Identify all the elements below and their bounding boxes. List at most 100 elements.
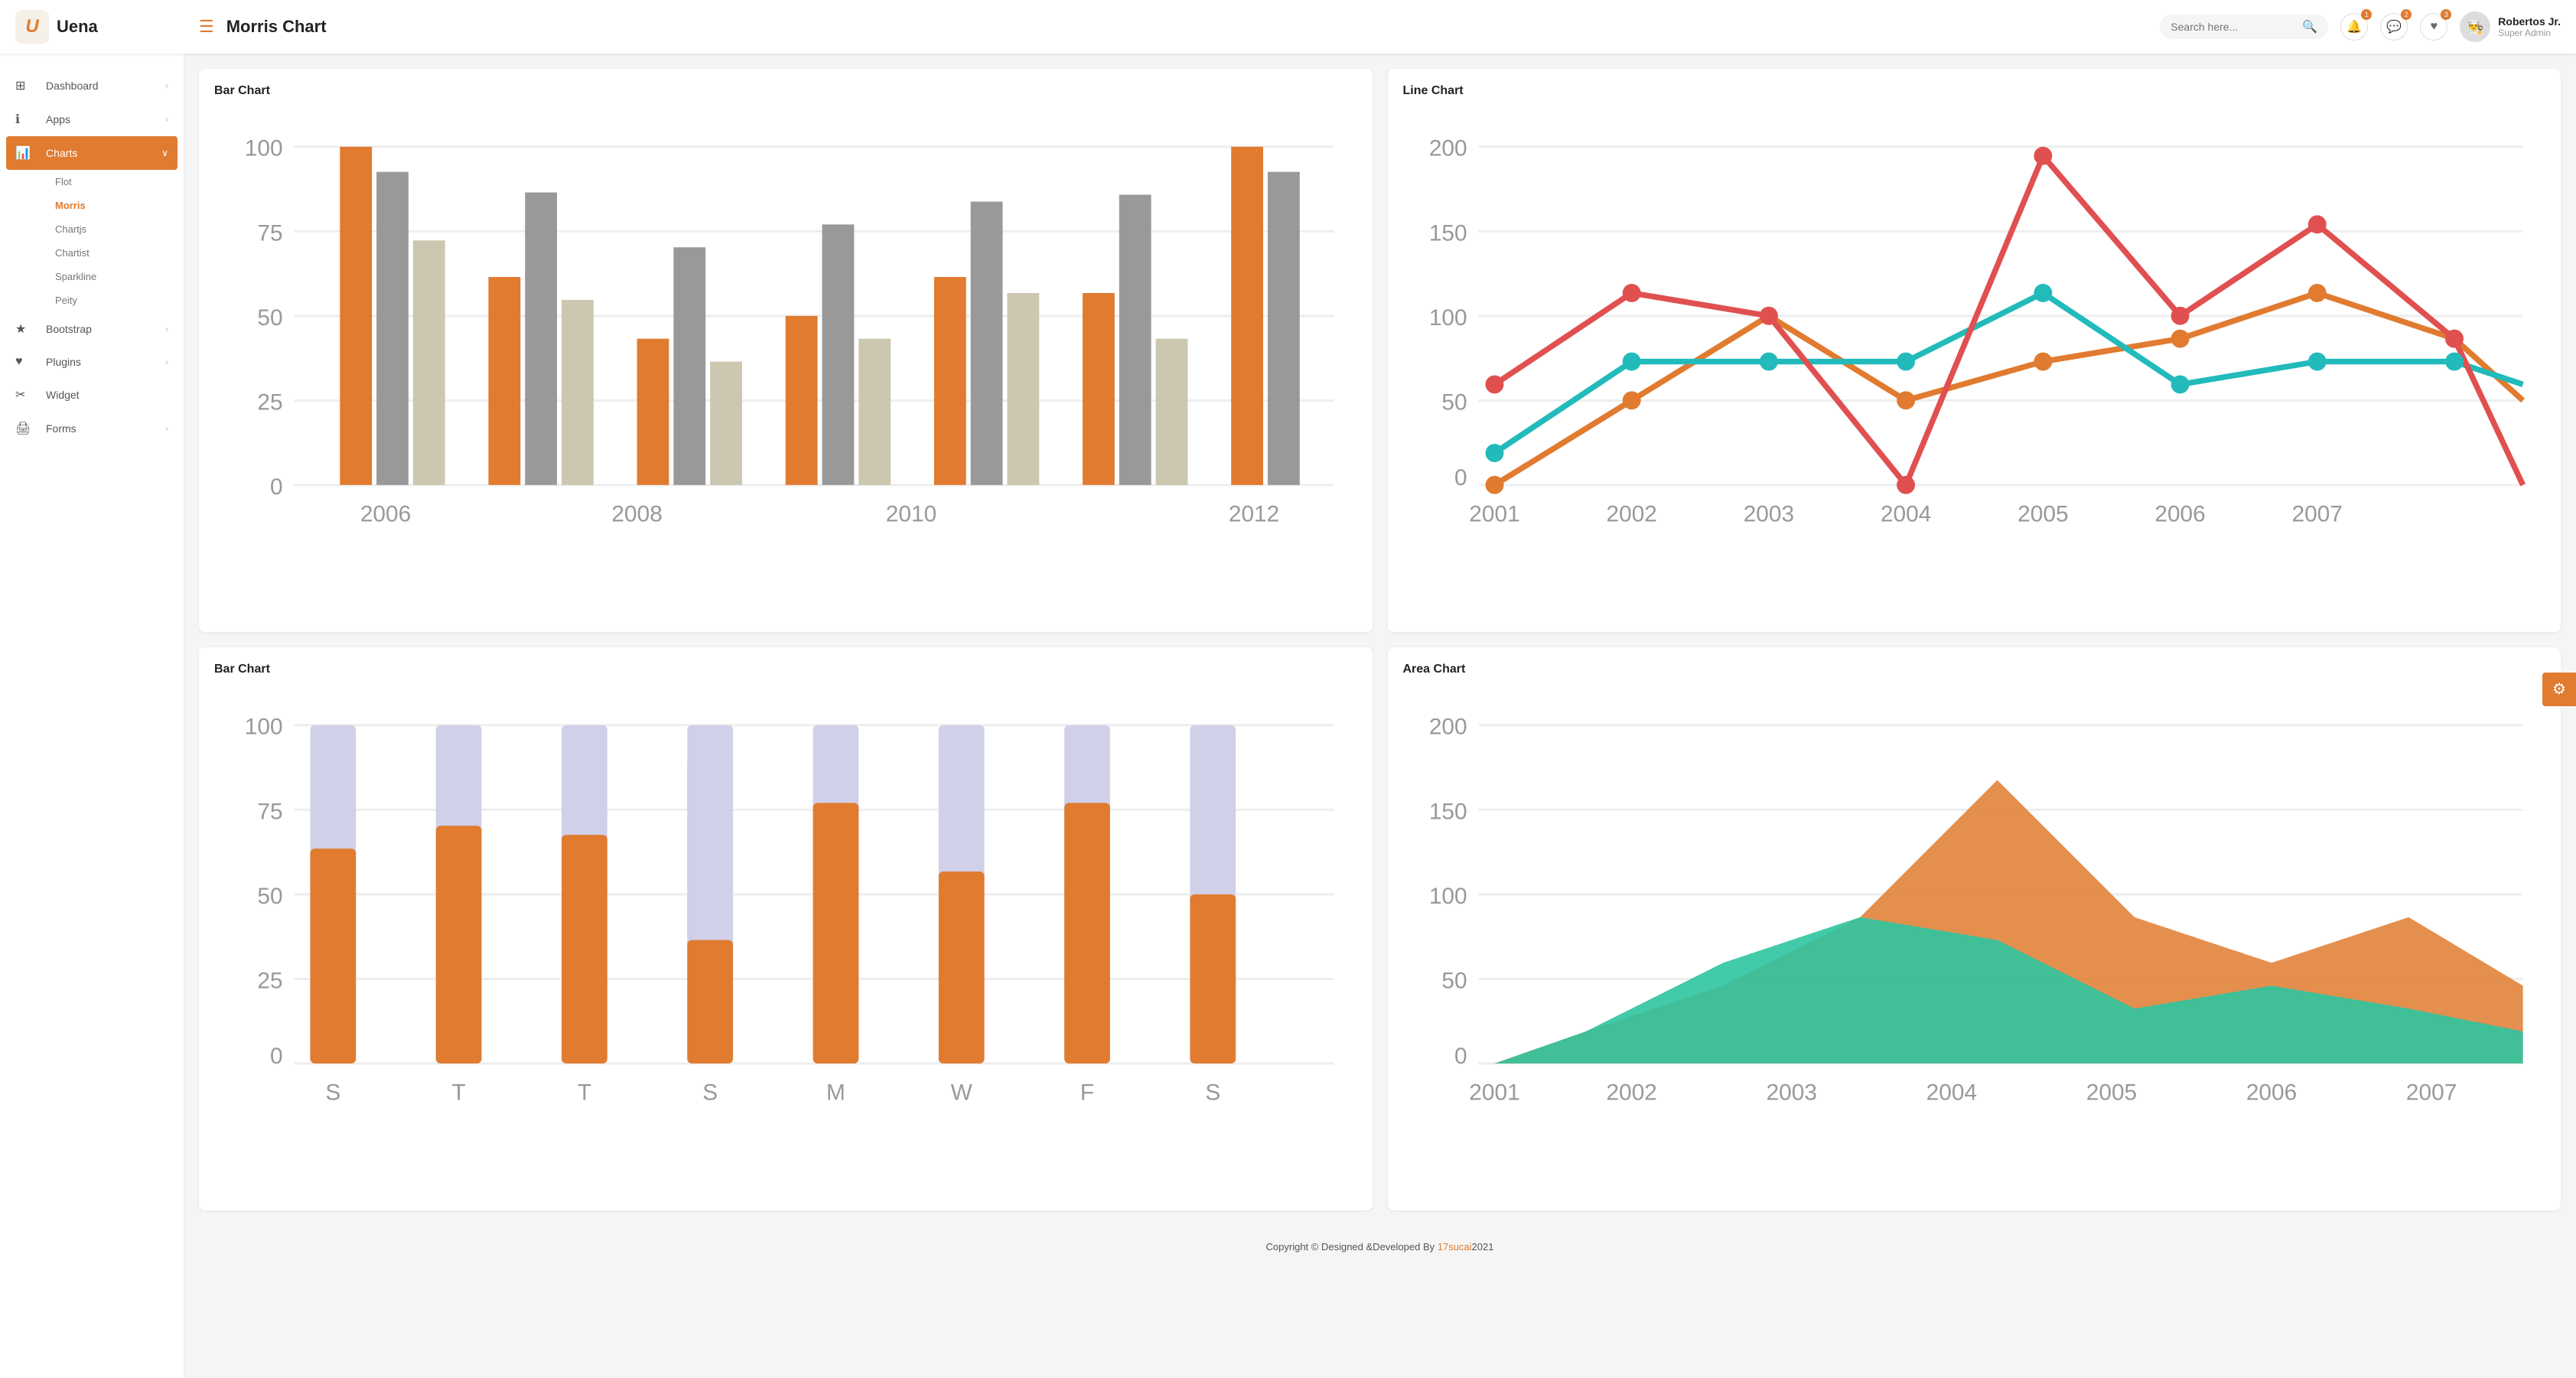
sidebar-item-bootstrap[interactable]: ★ Bootstrap › <box>0 312 184 346</box>
svg-text:0: 0 <box>270 1044 283 1069</box>
bar-chart-2-card: Bar Chart 100 75 50 25 0 <box>199 647 1373 1210</box>
svg-text:150: 150 <box>1428 220 1467 246</box>
avatar: 👨‍🍳 <box>2460 11 2490 42</box>
sidebar: ⊞ Dashboard › ℹ Apps › 📊 Charts ∨ Flot M… <box>0 54 184 1378</box>
sidebar-item-forms[interactable]: 🖨 Forms › <box>0 412 184 445</box>
sidebar-sub-item-sparkline[interactable]: Sparkline <box>46 265 184 288</box>
chevron-down-icon: ∨ <box>161 148 168 158</box>
user-info: Robertos Jr. Super Admin <box>2498 15 2561 38</box>
user-name: Robertos Jr. <box>2498 15 2561 28</box>
svg-text:200: 200 <box>1428 715 1467 740</box>
dashboard-icon: ⊞ <box>15 78 37 93</box>
header-logo: U Uena <box>15 10 199 44</box>
user-menu[interactable]: 👨‍🍳 Robertos Jr. Super Admin <box>2460 11 2561 42</box>
svg-text:25: 25 <box>257 389 282 415</box>
svg-text:2004: 2004 <box>1880 502 1930 527</box>
chevron-icon: › <box>165 423 168 434</box>
sidebar-sub-item-chartjs[interactable]: Chartjs <box>46 217 184 241</box>
sidebar-sub-item-peity[interactable]: Peity <box>46 288 184 312</box>
svg-text:2003: 2003 <box>1766 1080 1816 1106</box>
svg-text:W: W <box>951 1080 973 1106</box>
page-title: Morris Chart <box>226 17 2161 37</box>
sidebar-item-widget[interactable]: ✂ Widget <box>0 378 184 412</box>
svg-text:25: 25 <box>257 968 282 993</box>
layout: ⊞ Dashboard › ℹ Apps › 📊 Charts ∨ Flot M… <box>0 54 2576 1378</box>
sidebar-item-plugins[interactable]: ♥ Plugins › <box>0 346 184 378</box>
area-chart-svg: 200 150 100 50 0 2001 <box>1403 689 2546 1191</box>
sidebar-item-label: Charts <box>46 147 161 159</box>
favorites-badge: 3 <box>2441 9 2451 20</box>
chevron-icon: › <box>165 80 168 91</box>
line-chart-svg: 200 150 100 50 0 <box>1403 110 2546 613</box>
line-chart-card: Line Chart 200 150 100 50 0 <box>1388 69 2561 632</box>
plugins-icon: ♥ <box>15 355 37 369</box>
svg-text:2006: 2006 <box>2154 502 2205 527</box>
widget-icon: ✂ <box>15 387 37 402</box>
sidebar-item-label: Dashboard <box>46 80 165 92</box>
notifications-badge: 1 <box>2361 9 2372 20</box>
svg-text:2007: 2007 <box>2405 1080 2456 1106</box>
area-chart-card: Area Chart 200 150 100 50 0 <box>1388 647 2561 1210</box>
svg-text:0: 0 <box>270 474 283 500</box>
sidebar-sub-item-morris[interactable]: Morris <box>46 194 184 217</box>
svg-text:S: S <box>702 1080 718 1106</box>
svg-text:M: M <box>826 1080 845 1106</box>
svg-text:2008: 2008 <box>611 502 662 527</box>
svg-text:0: 0 <box>1454 465 1467 490</box>
svg-text:100: 100 <box>1428 305 1467 331</box>
svg-text:50: 50 <box>257 305 282 331</box>
svg-text:2002: 2002 <box>1606 502 1656 527</box>
line-chart-title: Line Chart <box>1403 84 2546 98</box>
svg-text:2007: 2007 <box>2291 502 2342 527</box>
svg-text:2005: 2005 <box>2086 1080 2136 1106</box>
svg-text:2002: 2002 <box>1606 1080 1656 1106</box>
area-chart-title: Area Chart <box>1403 663 2546 676</box>
svg-text:T: T <box>451 1080 465 1106</box>
charts-icon: 📊 <box>15 145 37 161</box>
svg-text:2006: 2006 <box>2245 1080 2296 1106</box>
notifications-button[interactable]: 🔔 1 <box>2340 13 2368 41</box>
sidebar-item-charts[interactable]: 📊 Charts ∨ <box>6 136 177 170</box>
search-bar[interactable]: 🔍 <box>2160 15 2328 39</box>
bootstrap-icon: ★ <box>15 321 37 337</box>
sidebar-item-label: Forms <box>46 422 165 435</box>
sidebar-item-dashboard[interactable]: ⊞ Dashboard › <box>0 69 184 103</box>
svg-text:75: 75 <box>257 220 282 246</box>
sidebar-item-label: Widget <box>46 389 168 401</box>
footer-text-before: Copyright © Designed &Developed By <box>1266 1241 1438 1253</box>
chevron-icon: › <box>165 324 168 334</box>
svg-text:0: 0 <box>1454 1044 1467 1069</box>
bar-chart-2-title: Bar Chart <box>214 663 1357 676</box>
svg-text:100: 100 <box>245 715 283 740</box>
svg-text:F: F <box>1080 1080 1094 1106</box>
svg-text:2004: 2004 <box>1926 1080 1976 1106</box>
footer: Copyright © Designed &Developed By 17suc… <box>199 1226 2561 1268</box>
search-input[interactable] <box>2171 21 2302 33</box>
svg-text:2005: 2005 <box>2017 502 2068 527</box>
footer-link[interactable]: 17sucai <box>1438 1241 1472 1253</box>
sidebar-item-label: Apps <box>46 113 165 125</box>
svg-text:2012: 2012 <box>1229 502 1279 527</box>
svg-text:200: 200 <box>1428 136 1467 161</box>
sidebar-item-apps[interactable]: ℹ Apps › <box>0 103 184 136</box>
svg-text:S: S <box>1205 1080 1220 1106</box>
svg-text:2003: 2003 <box>1743 502 1793 527</box>
settings-fab-button[interactable]: ⚙ <box>2542 673 2576 706</box>
footer-text-after: 2021 <box>1472 1241 1494 1253</box>
svg-text:50: 50 <box>1441 389 1467 415</box>
header: U Uena ☰ Morris Chart 🔍 🔔 1 💬 2 ♥ 3 👨‍🍳 … <box>0 0 2576 54</box>
apps-icon: ℹ <box>15 112 37 127</box>
forms-icon: 🖨 <box>15 421 37 436</box>
messages-button[interactable]: 💬 2 <box>2380 13 2408 41</box>
sidebar-sub-item-flot[interactable]: Flot <box>46 170 184 194</box>
logo-text: Uena <box>57 17 98 37</box>
favorites-button[interactable]: ♥ 3 <box>2420 13 2447 41</box>
svg-text:150: 150 <box>1428 799 1467 824</box>
svg-text:S: S <box>325 1080 340 1106</box>
sidebar-item-label: Bootstrap <box>46 323 165 335</box>
svg-text:75: 75 <box>257 799 282 824</box>
bar-chart-1-svg: 100 75 50 25 0 <box>214 110 1357 613</box>
menu-toggle-button[interactable]: ☰ <box>199 17 214 37</box>
bar-chart-1-card: Bar Chart 100 75 50 25 0 <box>199 69 1373 632</box>
sidebar-sub-item-chartist[interactable]: Chartist <box>46 241 184 265</box>
